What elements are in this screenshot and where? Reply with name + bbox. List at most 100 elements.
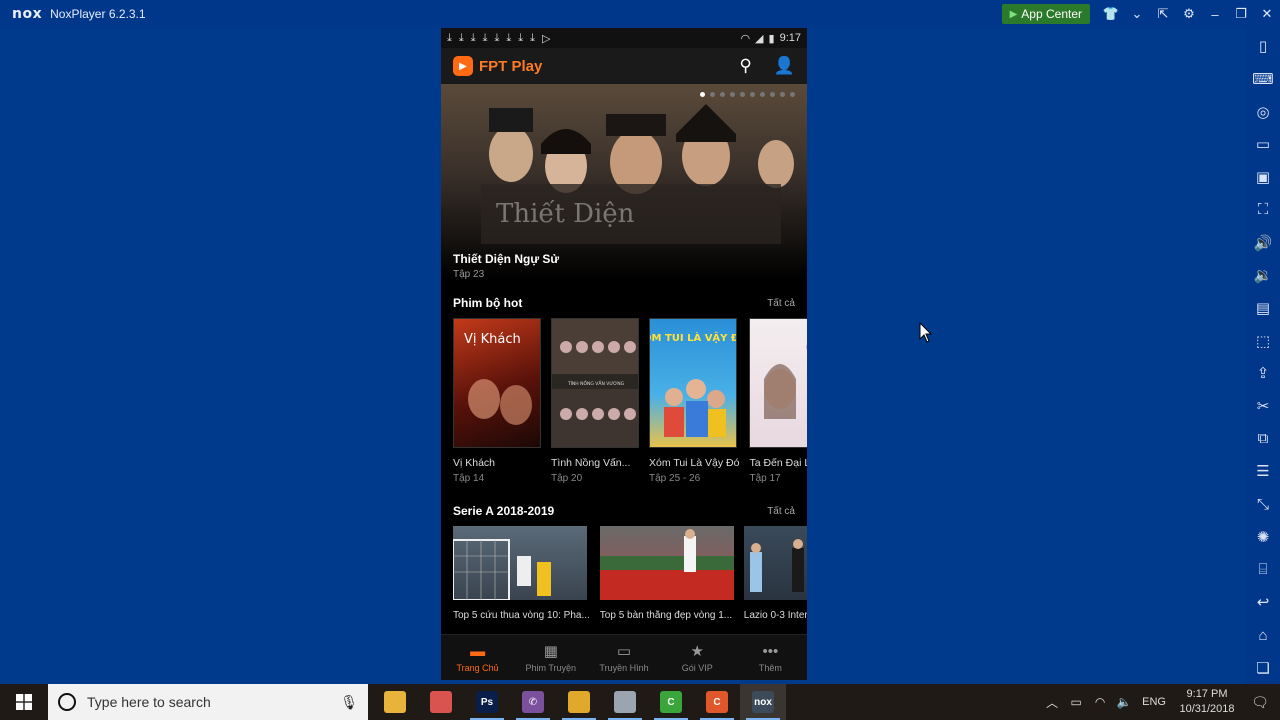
volume-up-icon[interactable]: 🔊 [1246, 226, 1280, 259]
keyboard-icon[interactable]: ⌨ [1246, 63, 1280, 96]
pagination-dot[interactable] [780, 92, 785, 97]
hero-banner[interactable]: Thiết Diện Thiết Diện Ngự Sử Tập 23 [441, 84, 807, 280]
start-button[interactable] [0, 684, 48, 720]
pagination-dot[interactable] [770, 92, 775, 97]
poster-card[interactable]: Vị Khách Vị Khách Tập 14 [453, 318, 541, 484]
pagination-dot[interactable] [730, 92, 735, 97]
taskbar-clock[interactable]: 9:17 PM 10/31/2018 [1174, 687, 1240, 717]
taskbar-app-button[interactable] [372, 684, 418, 720]
screen-icon[interactable]: ▭ [1246, 128, 1280, 161]
see-all-link[interactable]: Tất cả [767, 506, 795, 517]
poster-card[interactable]: TÌNH NỒNG VẤN VƯƠNG Tình Nồng Vấn... Tập… [551, 318, 639, 484]
taskbar-search-box[interactable]: Type here to search 🎙 [48, 684, 368, 720]
multi-instance-icon[interactable]: ⧉ [1246, 422, 1280, 455]
nav-tab-home[interactable]: ▬ Trang Chủ [441, 635, 514, 680]
battery-icon: ▮ [768, 32, 775, 45]
taskbar-app-button[interactable]: Ps [464, 684, 510, 720]
apk-icon[interactable]: ▣ [1246, 161, 1280, 194]
poster-title-art: XÓM TUI LÀ VẬY ĐÓ! [650, 331, 737, 344]
pagination-dot[interactable] [760, 92, 765, 97]
signal-icon: ◢ [755, 32, 764, 45]
menu-icon[interactable]: ☰ [1246, 455, 1280, 488]
search-icon[interactable]: ⚲ [739, 56, 751, 76]
download-icon: ⤓ [470, 31, 476, 44]
close-icon[interactable]: ✕ [1254, 0, 1280, 28]
video-card[interactable]: Top 5 bàn thắng đẹp vòng 1... [599, 526, 734, 621]
mouse-cursor-icon [919, 322, 933, 343]
loading-icon[interactable]: ✺ [1246, 521, 1280, 554]
keymap-icon[interactable]: ⌸ [1246, 553, 1280, 586]
taskbar-app-button[interactable]: ✆ [510, 684, 556, 720]
chevron-down-icon[interactable]: ⌄ [1124, 0, 1150, 28]
volume-down-icon[interactable]: 🔉 [1246, 259, 1280, 292]
taskbar-app-button[interactable] [556, 684, 602, 720]
install-icon[interactable]: ⇪ [1246, 357, 1280, 390]
nox-logo: nox [12, 6, 43, 22]
home-icon[interactable]: ⌂ [1246, 619, 1280, 652]
bottom-navigation: ▬ Trang Chủ ▦ Phim Truyện ▭ Truyền Hình … [441, 634, 807, 680]
paint-icon [430, 691, 452, 713]
location-icon[interactable]: ◎ [1246, 95, 1280, 128]
poster-carousel[interactable]: Vị Khách Vị Khách Tập 14 TÌNH NỒNG VẤN V… [441, 318, 807, 484]
pagination-dot[interactable] [720, 92, 725, 97]
volume-icon[interactable]: 🔈 [1112, 695, 1136, 709]
video-card[interactable]: Top 5 cứu thua vòng 10: Pha... [453, 526, 590, 621]
nav-label: Truyền Hình [599, 663, 649, 673]
taskbar-app-button[interactable] [602, 684, 648, 720]
svg-text:Thiết Diện: Thiết Diện [496, 199, 635, 229]
taskbar-app-button[interactable] [418, 684, 464, 720]
recent-apps-icon[interactable]: ❏ [1246, 651, 1280, 684]
restore-icon[interactable]: ❐ [1228, 0, 1254, 28]
nav-tab-vip[interactable]: ★ Gói VIP [661, 635, 734, 680]
nav-label: Trang Chủ [456, 662, 499, 673]
pagination-dot[interactable] [790, 92, 795, 97]
pagination-dot[interactable] [700, 92, 705, 97]
input-language[interactable]: ENG [1142, 696, 1166, 708]
link-icon[interactable]: ⤡ [1246, 488, 1280, 521]
fullscreen-icon[interactable]: ⛶ [1246, 194, 1280, 227]
pagination-dot[interactable] [710, 92, 715, 97]
fpt-play-logo-icon: ▶ [453, 56, 473, 76]
chrome-icon [568, 691, 590, 713]
poster-title-art: TÌNH NỒNG VẤN VƯƠNG [567, 378, 625, 387]
play-store-icon: ▷ [542, 32, 551, 45]
pagination-dot[interactable] [740, 92, 745, 97]
phone-shake-icon[interactable]: ▯ [1246, 30, 1280, 63]
shirt-icon[interactable]: 👕 [1098, 0, 1124, 28]
poster-card[interactable]: Ta Đến Đại Lý Tập 17 [749, 318, 807, 484]
macro-icon[interactable]: ⬚ [1246, 324, 1280, 357]
poster-episode: Tập 25 - 26 [649, 473, 701, 484]
taskbar-app-button[interactable]: C [648, 684, 694, 720]
chevron-up-icon[interactable]: ︿ [1040, 694, 1064, 711]
poster-episode: Tập 20 [551, 473, 583, 484]
app-center-button[interactable]: ▶ App Center [1001, 4, 1090, 24]
hero-pagination [700, 92, 795, 97]
video-carousel[interactable]: Top 5 cứu thua vòng 10: Pha... Top 5 bàn… [441, 526, 807, 621]
poster-card[interactable]: XÓM TUI LÀ VẬY ĐÓ! Xóm Tui Là Vậy Đó Tập… [649, 318, 739, 484]
titlebar-controls: ▶ App Center 👕 ⌄ ⇱ ⚙ – ❐ ✕ [1001, 0, 1280, 28]
taskbar-app-button[interactable]: nox [740, 684, 786, 720]
gear-icon[interactable]: ⚙ [1176, 0, 1202, 28]
poster-title: Tình Nồng Vấn... [551, 457, 631, 469]
microphone-icon[interactable]: 🎙 [340, 694, 358, 711]
nav-tab-movies[interactable]: ▦ Phim Truyện [514, 635, 587, 680]
see-all-link[interactable]: Tất cả [767, 298, 795, 309]
video-card[interactable]: Lazio 0-3 Inter [743, 526, 807, 621]
action-center-icon[interactable]: 🗨 [1240, 694, 1280, 711]
scissors-icon[interactable]: ✂ [1246, 390, 1280, 423]
poster-image [749, 318, 807, 448]
taskbar-app-button[interactable]: C [694, 684, 740, 720]
toolbox-icon[interactable]: ▤ [1246, 292, 1280, 325]
nav-tab-more[interactable]: ••• Thêm [734, 635, 807, 680]
user-icon[interactable]: 👤 [774, 56, 795, 76]
minimize-icon[interactable]: – [1202, 0, 1228, 28]
battery-icon[interactable]: ▭ [1064, 695, 1088, 709]
wifi-icon[interactable]: ◠ [1088, 695, 1112, 709]
nav-tab-tv[interactable]: ▭ Truyền Hình [587, 635, 660, 680]
app-header: ▶ FPT Play ⚲ 👤 [441, 48, 807, 84]
pagination-dot[interactable] [750, 92, 755, 97]
clock-date: 10/31/2018 [1179, 703, 1235, 715]
play-icon: ▶ [1009, 8, 1018, 20]
pin-icon[interactable]: ⇱ [1150, 0, 1176, 28]
back-icon[interactable]: ↩ [1246, 586, 1280, 619]
